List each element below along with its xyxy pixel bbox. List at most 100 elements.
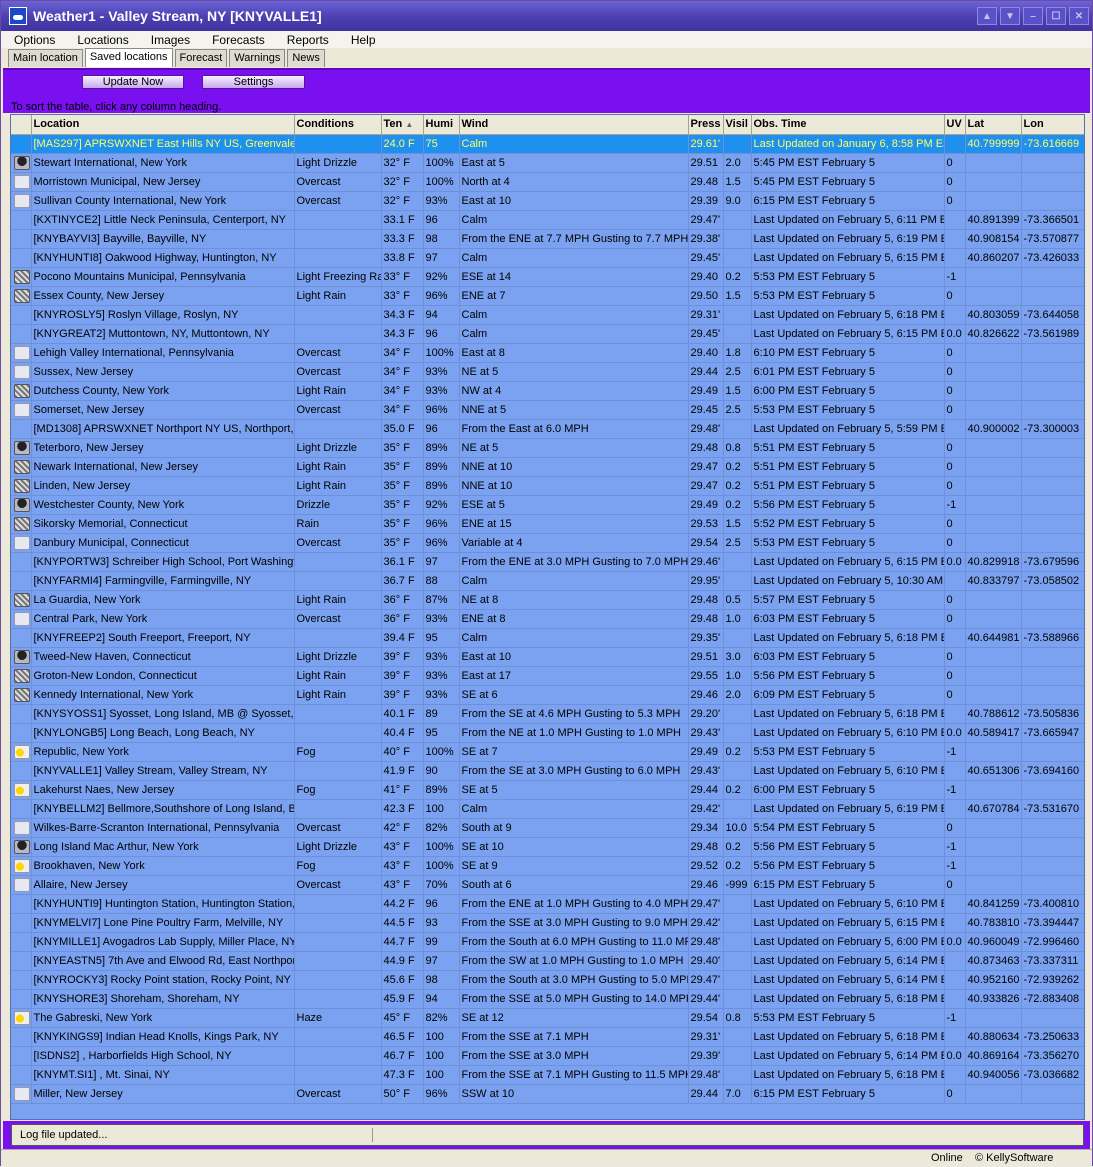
cell-temperature: 43° F [381,837,424,857]
table-row[interactable]: [KNYPORTW3] Schreiber High School, Port … [11,552,1084,572]
column-lat[interactable]: Lat [965,115,1022,135]
table-row[interactable]: [ISDNS2] , Harborfields High School, NY 4… [11,1046,1084,1066]
saved-locations-table[interactable]: Location Conditions Ten ▲ Humi Wind Pres… [10,114,1085,1120]
table-row[interactable]: Groton-New London, Connecticut Light Rain… [11,666,1084,686]
column-visibility[interactable]: Visil [723,115,752,135]
table-row[interactable]: Lakehurst Naes, New Jersey Fog 41° F 89% SE … [11,780,1084,800]
table-row[interactable]: [KNYSHORE3] Shoreham, Shoreham, NY 45.9 F… [11,989,1084,1009]
table-row[interactable]: Morristown Municipal, New Jersey Overcast… [11,172,1084,192]
cell-obs-time: Last Updated on February 5, 6:15 PM E [751,248,945,268]
column-pressure[interactable]: Press [688,115,724,135]
cell-wind: Calm [459,799,689,819]
table-row[interactable]: Kennedy International, New York Light Rai… [11,685,1084,705]
tab-news[interactable]: News [287,49,325,67]
table-row[interactable]: Westchester County, New York Drizzle 35° F… [11,495,1084,515]
down-arrow-icon[interactable]: ▼ [1000,7,1020,25]
table-row[interactable]: [MD1308] APRSWXNET Northport NY US, Nort… [11,419,1084,439]
cell-conditions [294,989,382,1009]
close-button[interactable]: ✕ [1069,7,1089,25]
cell-lon [1021,590,1084,610]
table-row[interactable]: [KNYVALLE1] Valley Stream, Valley Stream… [11,761,1084,781]
table-row[interactable]: Linden, New Jersey Light Rain 35° F 89% NNE … [11,476,1084,496]
table-row[interactable]: Tweed-New Haven, Connecticut Light Drizzl… [11,647,1084,667]
tab-forecast[interactable]: Forecast [174,49,228,67]
up-arrow-icon[interactable]: ▲ [977,7,997,25]
table-row[interactable]: Brookhaven, New York Fog 43° F 100% SE at 92… [11,856,1084,876]
table-row[interactable]: Miller, New Jersey Overcast 50° F 96% SSW at… [11,1084,1084,1104]
cell-lat: 40.860207 [965,248,1022,268]
cell-visibility: 0.2 [723,780,752,800]
app-window: Weather1 - Valley Stream, NY [KNYVALLE1]… [0,0,1093,1166]
table-row[interactable]: [KNYBAYVI3] Bayville, Bayville, NY 33.3 F… [11,229,1084,249]
table-row[interactable]: [KNYROCKY3] Rocky Point station, Rocky P… [11,970,1084,990]
app-weather-icon[interactable] [9,7,27,25]
table-row[interactable]: [KNYMELVI7] Lone Pine Poultry Farm, Melv… [11,913,1084,933]
menu-forecasts[interactable]: Forecasts [199,33,274,47]
table-row[interactable]: Wilkes-Barre-Scranton International, Pen… [11,818,1084,838]
table-row[interactable]: [KNYMILLE1] Avogadros Lab Supply, Miller… [11,932,1084,952]
table-row[interactable]: [KNYSYOSS1] Syosset, Long Island, MB @ S… [11,704,1084,724]
cell-humidity: 96 [423,419,460,439]
column-uv[interactable]: UV [944,115,966,135]
table-row[interactable]: [KNYBELLM2] Bellmore,Southshore of Long … [11,799,1084,819]
menu-locations[interactable]: Locations [64,33,137,47]
table-row[interactable]: [KNYFARMI4] Farmingville, Farmingville, … [11,571,1084,591]
table-row[interactable]: [KNYMT.SI1] , Mt. Sinai, NY 47.3 F 100 From… [11,1065,1084,1085]
table-row[interactable]: [KNYHUNTI8] Oakwood Highway, Huntington,… [11,248,1084,268]
table-row[interactable]: Lehigh Valley International, Pennsylvani… [11,343,1084,363]
cell-location: [MAS297] APRSWXNET East Hills NY US, Gre… [31,134,295,154]
table-row[interactable]: La Guardia, New York Light Rain 36° F 87% NE… [11,590,1084,610]
table-row[interactable]: [KNYFREEP2] South Freeport, Freeport, NY… [11,628,1084,648]
update-now-button[interactable]: Update Now [82,75,184,89]
column-lon[interactable]: Lon [1021,115,1084,135]
table-row[interactable]: Dutchess County, New York Light Rain 34° F… [11,381,1084,401]
table-row[interactable]: Sussex, New Jersey Overcast 34° F 93% NE at … [11,362,1084,382]
table-row[interactable]: Essex County, New Jersey Light Rain 33° F9… [11,286,1084,306]
table-row[interactable]: Sullivan County International, New York O… [11,191,1084,211]
minimize-button[interactable]: – [1023,7,1043,25]
table-row[interactable]: The Gabreski, New York Haze 45° F 82% SE at … [11,1008,1084,1028]
table-row[interactable]: Teterboro, New Jersey Light Drizzle 35° F8… [11,438,1084,458]
tab-saved-locations[interactable]: Saved locations [84,48,173,67]
table-row[interactable]: Somerset, New Jersey Overcast 34° F 96% NNE … [11,400,1084,420]
table-row[interactable]: Central Park, New York Overcast 36° F 93% EN… [11,609,1084,629]
window-title: Weather1 - Valley Stream, NY [KNYVALLE1] [33,8,322,24]
column-temperature[interactable]: Ten ▲ [381,115,424,135]
cell-wind: ENE at 8 [459,609,689,629]
menu-reports[interactable]: Reports [274,33,338,47]
column-obs-time[interactable]: Obs. Time [751,115,945,135]
table-row[interactable]: Stewart International, New York Light Dri… [11,153,1084,173]
column-location[interactable]: Location [31,115,295,135]
table-row[interactable]: Republic, New York Fog 40° F 100% SE at 7 29.… [11,742,1084,762]
table-row[interactable]: Pocono Mountains Municipal, Pennsylvania… [11,267,1084,287]
menu-help[interactable]: Help [338,33,385,47]
table-row[interactable]: [MAS297] APRSWXNET East Hills NY US, Gre… [11,134,1084,154]
table-row[interactable]: Newark International, New Jersey Light Ra… [11,457,1084,477]
table-row[interactable]: [KNYKINGS9] Indian Head Knolls, Kings Pa… [11,1027,1084,1047]
column-conditions[interactable]: Conditions [294,115,382,135]
table-row[interactable]: [KNYHUNTI9] Huntington Station, Huntingt… [11,894,1084,914]
cell-pressure: 29.54 [688,1008,724,1028]
tab-main-location[interactable]: Main location [8,49,83,67]
table-row[interactable]: Danbury Municipal, Connecticut Overcast 35… [11,533,1084,553]
table-row[interactable]: [KNYGREAT2] Muttontown, NY, Muttontown, … [11,324,1084,344]
table-row[interactable]: Long Island Mac Arthur, New York Light Dr… [11,837,1084,857]
cell-location: [KNYBELLM2] Bellmore,Southshore of Long … [31,799,295,819]
cell-location: Groton-New London, Connecticut [31,666,295,686]
column-humidity[interactable]: Humi [423,115,460,135]
table-row[interactable]: [KNYLONGB5] Long Beach, Long Beach, NY 40… [11,723,1084,743]
sort-ascending-icon: ▲ [405,120,414,130]
table-row[interactable]: [KXTINYCE2] Little Neck Peninsula, Cente… [11,210,1084,230]
cell-wind: From the ENE at 7.7 MPH Gusting to 7.7 M… [459,229,689,249]
table-row[interactable]: [KNYROSLY5] Roslyn Village, Roslyn, NY 34… [11,305,1084,325]
cell-temperature: 50° F [381,1084,424,1104]
table-row[interactable]: Sikorsky Memorial, Connecticut Rain 35° F9… [11,514,1084,534]
maximize-button[interactable]: ☐ [1046,7,1066,25]
column-wind[interactable]: Wind [459,115,689,135]
tab-warnings[interactable]: Warnings [229,49,286,67]
menu-options[interactable]: Options [1,33,64,47]
settings-button[interactable]: Settings [202,75,305,89]
menu-images[interactable]: Images [138,33,199,47]
table-row[interactable]: [KNYEASTN5] 7th Ave and Elwood Rd, East … [11,951,1084,971]
table-row[interactable]: Allaire, New Jersey Overcast 43° F 70% South… [11,875,1084,895]
